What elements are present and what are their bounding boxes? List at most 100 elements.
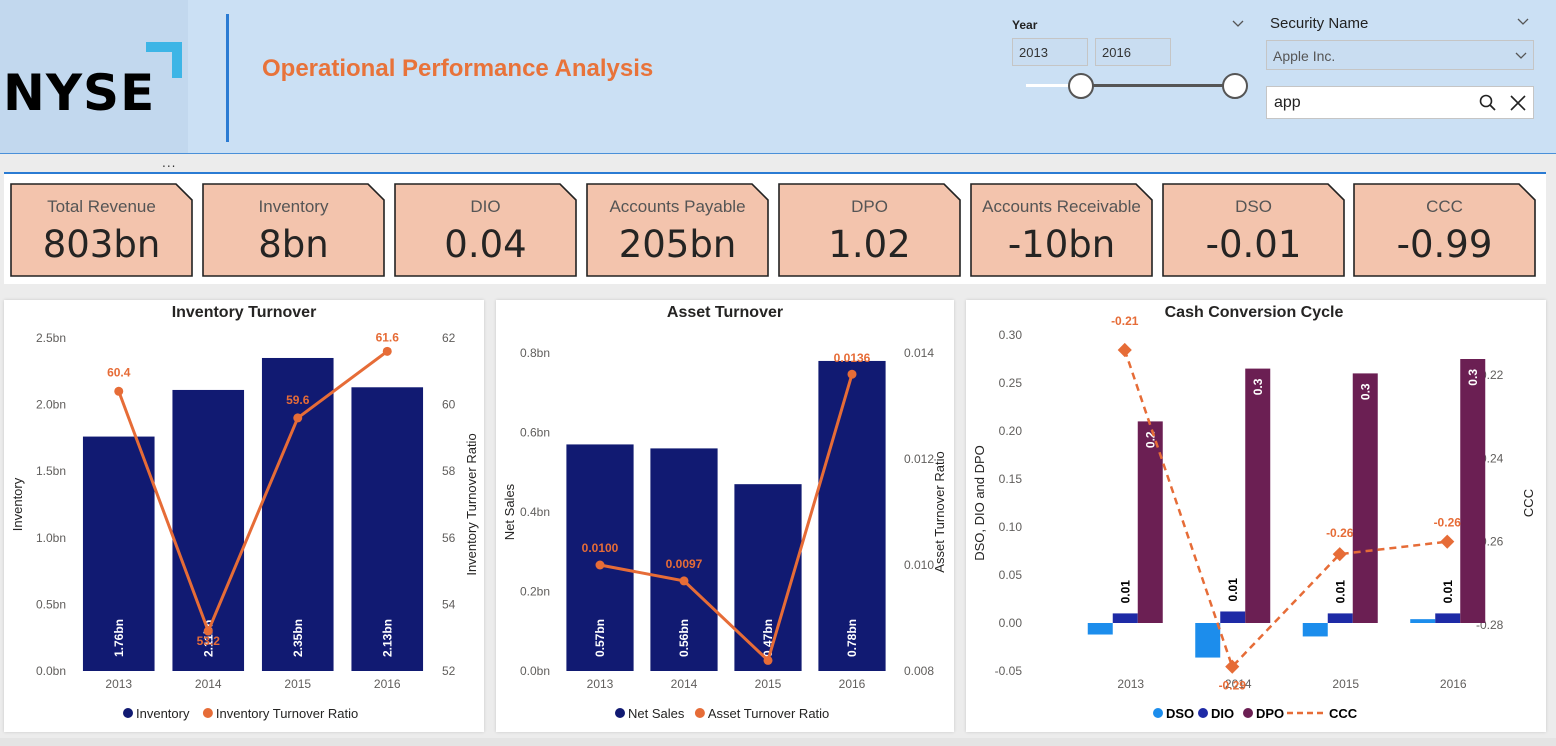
y-axis-label: Inventory	[10, 477, 25, 531]
y2-tick-label: 62	[442, 331, 456, 345]
x-tick-label: 2013	[105, 677, 132, 691]
legend-label: DIO	[1211, 706, 1234, 721]
y-axis-label: Net Sales	[502, 483, 517, 540]
y-tick-label: 0.00	[999, 616, 1023, 630]
year-start-input[interactable]: 2013	[1012, 38, 1088, 66]
y2-axis-label: CCC	[1521, 489, 1536, 517]
y2-tick-label: 0.008	[904, 664, 934, 678]
legend-label: DSO	[1166, 706, 1194, 721]
bar	[1302, 623, 1328, 637]
security-slicer-label: Security Name	[1270, 15, 1369, 32]
kpi-label: Accounts Payable	[609, 197, 746, 216]
line-data-label: 0.0100	[582, 541, 619, 555]
kpi-card: DIO 0.04	[394, 183, 577, 277]
kpi-card: Total Revenue 803bn	[10, 183, 193, 277]
line-data-label: -0.29	[1219, 679, 1247, 693]
security-selected-value: Apple Inc.	[1273, 48, 1336, 64]
bar-data-label: 0.01	[1226, 578, 1240, 602]
ccc-line	[1123, 349, 1448, 670]
y2-axis-label: Asset Turnover Ratio	[932, 451, 947, 572]
chevron-down-icon[interactable]	[1232, 20, 1244, 28]
x-tick-label: 2015	[1332, 677, 1359, 691]
y-tick-label: 0.5bn	[36, 597, 66, 611]
kpi-value: 1.02	[828, 223, 911, 266]
clear-icon[interactable]	[1509, 94, 1527, 112]
legend-marker	[1198, 708, 1208, 718]
y-tick-label: 0.30	[999, 328, 1023, 342]
more-options-icon[interactable]: ...	[162, 156, 176, 170]
line-point	[595, 560, 605, 570]
x-tick-label: 2015	[755, 677, 782, 691]
bar	[1460, 359, 1486, 623]
kpi-label: Accounts Receivable	[982, 197, 1141, 216]
bar	[1245, 368, 1271, 623]
legend-marker	[1243, 708, 1253, 718]
y-tick-label: 0.4bn	[520, 505, 550, 519]
series-line	[117, 350, 389, 636]
y-tick-label: 0.05	[999, 568, 1023, 582]
legend-marker	[1153, 708, 1163, 718]
legend-marker	[202, 708, 213, 718]
year-slider-start-handle[interactable]	[1067, 73, 1094, 99]
search-icon[interactable]	[1479, 94, 1497, 112]
kpi-card: Accounts Receivable -10bn	[970, 183, 1153, 277]
line-data-label: 53.2	[197, 634, 221, 648]
security-search-input[interactable]: app	[1266, 86, 1534, 119]
chevron-down-icon[interactable]	[1515, 52, 1527, 60]
y-tick-label: 1.0bn	[36, 531, 66, 545]
kpi-card: Accounts Payable 205bn	[586, 183, 769, 277]
x-tick-label: 2016	[1440, 677, 1467, 691]
inventory-turnover-chart: Inventory Turnover 0.0bn 0.5bn 1.0bn 1.5bn 2.…	[10, 304, 479, 721]
bar-data-label: 0.2	[1143, 431, 1157, 448]
line-data-label: -0.26	[1434, 516, 1462, 530]
inventory-turnover-panel: Inventory Turnover 0.0bn 0.5bn 1.0bn 1.5bn 2.…	[4, 300, 484, 732]
legend-marker	[694, 708, 705, 718]
legend-marker	[615, 708, 625, 718]
line-point	[763, 655, 773, 665]
kpi-label: DIO	[470, 197, 501, 216]
kpi-value: -10bn	[1007, 223, 1116, 266]
y-tick-label: 0.10	[999, 520, 1023, 534]
y-tick-label: 2.0bn	[36, 398, 66, 412]
line-point	[679, 576, 689, 586]
page-title: Operational Performance Analysis	[262, 55, 654, 82]
bar-data-label: 0.56bn	[677, 619, 691, 657]
header-bar: NYSE Operational Performance Analysis Ye…	[0, 0, 1556, 154]
kpi-card: Inventory 8bn	[202, 183, 385, 277]
kpi-value: 8bn	[258, 223, 329, 266]
y-tick-label: 0.2bn	[520, 585, 550, 599]
line-point	[382, 346, 392, 356]
kpi-label: DPO	[851, 197, 888, 216]
line-point	[1440, 534, 1455, 549]
y-tick-label: 0.6bn	[520, 426, 550, 440]
kpi-label: DSO	[1235, 197, 1272, 216]
chart-title: Cash Conversion Cycle	[1165, 304, 1344, 321]
bar-data-label: 1.76bn	[112, 619, 126, 657]
x-tick-label: 2016	[374, 677, 401, 691]
legend-label: CCC	[1329, 706, 1358, 721]
y-tick-label: 2.5bn	[36, 331, 66, 345]
bar-data-label: 0.57bn	[593, 619, 607, 657]
asset-turnover-panel: Asset Turnover 0.0bn 0.2bn 0.4bn 0.6bn 0.8bn 0…	[496, 300, 954, 732]
y-tick-label: -0.05	[995, 664, 1023, 678]
chevron-down-icon[interactable]	[1517, 18, 1529, 26]
year-end-input[interactable]: 2016	[1095, 38, 1171, 66]
y-tick-label: 0.15	[999, 472, 1023, 486]
y-axis-label: DSO, DIO and DPO	[972, 445, 987, 561]
y2-axis-label: Inventory Turnover Ratio	[464, 433, 479, 575]
legend-label: Asset Turnover Ratio	[708, 706, 829, 721]
line-point	[847, 369, 857, 379]
x-tick-label: 2016	[839, 677, 866, 691]
x-tick-label: 2014	[671, 677, 698, 691]
year-slicer-label: Year	[1012, 18, 1038, 32]
bar-data-label: 0.01	[1441, 580, 1455, 604]
security-select[interactable]: Apple Inc.	[1266, 40, 1534, 70]
legend-marker	[123, 708, 133, 718]
y-tick-label: 0.0bn	[520, 664, 550, 678]
x-tick-label: 2013	[1117, 677, 1144, 691]
chart-legend: Net Sales Asset Turnover Ratio	[615, 706, 829, 721]
bar-data-label: 0.3	[1466, 369, 1480, 386]
kpi-card: DPO 1.02	[778, 183, 961, 277]
year-slider-end-handle[interactable]	[1222, 73, 1248, 99]
legend-label: Inventory Turnover Ratio	[216, 706, 358, 721]
